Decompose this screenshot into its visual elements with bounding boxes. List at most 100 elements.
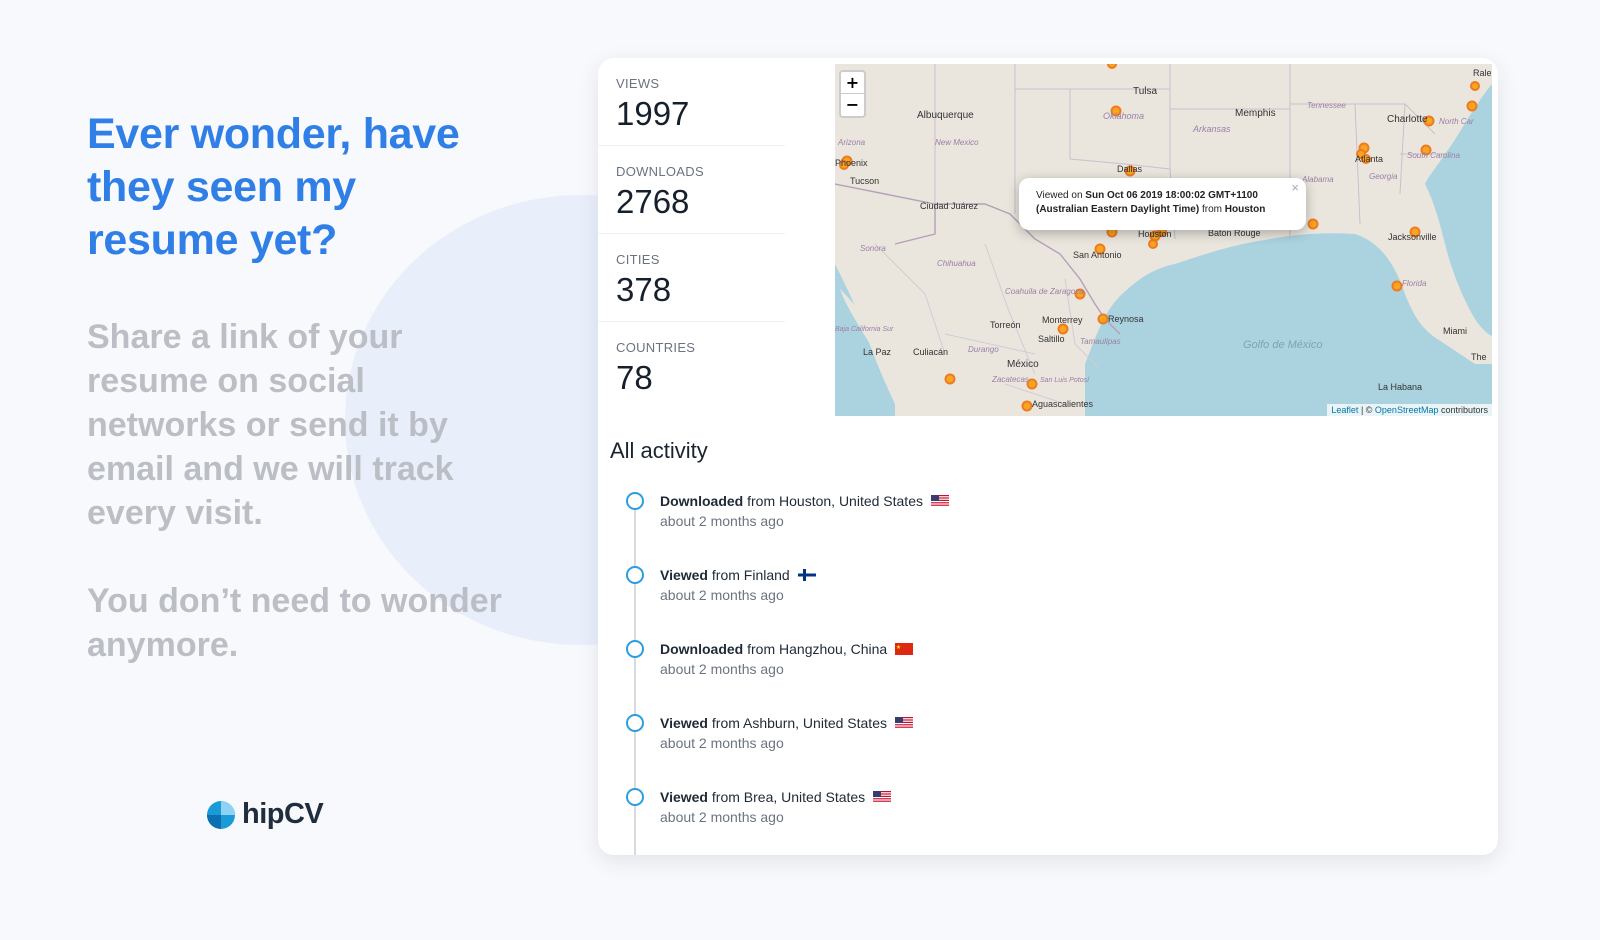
hero-section: Ever wonder, have they seen my resume ye… [87,108,517,667]
us-flag-icon [873,791,892,803]
map-label: Jacksonville [1388,232,1437,242]
activity-time: about 2 months ago [660,735,784,751]
timeline-dot-icon [626,566,644,584]
map-label: Tucson [850,176,879,186]
map-label: Tamaulipas [1080,337,1121,346]
map-label: Aguascalientes [1032,399,1094,409]
stat-views: VIEWS 1997 [598,58,785,146]
logo-text: hipCV [242,798,324,830]
map-label: Reynosa [1108,314,1144,324]
activity-action: Viewed [660,715,708,731]
map-label: Atlanta [1355,154,1383,164]
map-label: Ciudad Juárez [920,201,979,211]
map-label: Houston [1138,229,1172,239]
stat-value: 378 [616,271,672,308]
leaflet-link[interactable]: Leaflet [1331,405,1358,415]
activity-description: Viewed from Brea, United States [660,789,892,805]
map-attribution: Leaflet | © OpenStreetMap contributors [1327,404,1492,416]
map-label: San Luis Potosí [1040,377,1090,384]
map-label: Golfo de México [1243,339,1322,351]
us-flag-icon [894,717,913,729]
map-label: Saltillo [1038,334,1065,344]
map-popup: Viewed on Sun Oct 06 2019 18:00:02 GMT+1… [1019,178,1306,230]
map-label: Tennessee [1307,101,1346,110]
stat-label: COUNTRIES [616,340,696,355]
dashboard-card: VIEWS 1997 DOWNLOADS 2768 CITIES 378 COU… [598,58,1498,855]
map-label: Baja California Sur [835,326,894,333]
stat-downloads: DOWNLOADS 2768 [598,146,785,234]
activity-action: Downloaded [660,493,744,509]
map-label: Sonora [860,244,886,253]
map-label: Miami [1443,326,1467,336]
stat-label: CITIES [616,252,660,267]
popup-close-button[interactable]: × [1291,181,1299,195]
attribution-suffix: contributors [1438,405,1488,415]
popup-city: Houston [1224,204,1266,215]
timeline-dot-icon [626,714,644,732]
map-label: Oklahoma [1103,111,1144,121]
stat-value: 1997 [616,95,690,132]
hero-title: Ever wonder, have they seen my resume ye… [87,110,460,264]
stat-value: 78 [616,359,653,396]
map-label: Durango [968,345,999,354]
map-canvas[interactable]: Tulsa Memphis Albuquerque Oklahoma Arkan… [835,64,1492,416]
activity-description: Downloaded from Houston, United States [660,493,949,509]
stat-label: VIEWS [616,76,660,91]
zoom-out-button[interactable]: − [841,94,864,116]
map-label: Florida [1402,279,1427,288]
popup-prefix: Viewed on [1036,190,1086,201]
activity-time: about 2 months ago [660,809,784,825]
map-label: New Mexico [935,138,979,147]
finland-flag-icon [797,569,816,581]
osm-link[interactable]: OpenStreetMap [1375,405,1439,415]
map-label: Ralei [1473,68,1492,78]
activity-location: from Hangzhou, China [743,641,888,657]
activity-title: All activity [610,438,708,463]
zoom-in-button[interactable]: + [841,72,864,94]
map-label: Arkansas [1192,124,1231,134]
map-label: Phoenix [835,158,868,168]
map-label: La Paz [863,347,892,357]
map-label: Coahuila de Zaragoza [1005,287,1084,296]
stat-label: DOWNLOADS [616,164,704,179]
map-label: Arizona [837,138,866,147]
activity-description: Viewed from Finland [660,567,816,583]
map-label: San Antonio [1073,250,1122,260]
activity-action: Viewed [660,789,708,805]
activity-map[interactable]: Tulsa Memphis Albuquerque Oklahoma Arkan… [835,64,1492,416]
activity-location: from Houston, United States [743,493,923,509]
activity-time: about 2 months ago [660,661,784,677]
activity-location: from Brea, United States [708,789,866,805]
hipcv-logo[interactable]: hipCV [206,798,324,831]
map-label: Georgia [1369,172,1398,181]
hipcv-logo-icon [207,800,235,829]
hero-tagline: You don’t need to wonder anymore. [87,582,502,664]
map-label: Chihuahua [937,259,976,268]
activity-time: about 2 months ago [660,587,784,603]
timeline-dot-icon [626,640,644,658]
activity-time: about 2 months ago [660,513,784,529]
map-label: México [1007,359,1039,370]
map-label: Albuquerque [917,110,974,121]
map-label: Alabama [1301,175,1334,184]
map-label: Torreón [990,320,1021,330]
map-label: Culiacán [913,347,948,357]
timeline-dot-icon [626,788,644,806]
map-label: The [1471,352,1487,362]
activity-description: Downloaded from Hangzhou, China [660,641,914,657]
popup-middle: from [1199,204,1225,215]
activity-description: Viewed from Ashburn, United States [660,715,913,731]
map-label: Monterrey [1042,315,1083,325]
map-label: North Car [1439,117,1474,126]
activity-action: Viewed [660,567,708,583]
stat-countries: COUNTRIES 78 [598,322,785,410]
map-label: La Habana [1378,382,1422,392]
stat-value: 2768 [616,183,690,220]
stats-panel: VIEWS 1997 DOWNLOADS 2768 CITIES 378 COU… [598,58,785,410]
timeline-dot-icon [626,492,644,510]
activity-action: Downloaded [660,641,744,657]
map-zoom-control: + − [839,70,866,118]
activity-location: from Ashburn, United States [708,715,887,731]
map-label: South Carolina [1407,151,1460,160]
map-label: Dallas [1117,164,1143,174]
